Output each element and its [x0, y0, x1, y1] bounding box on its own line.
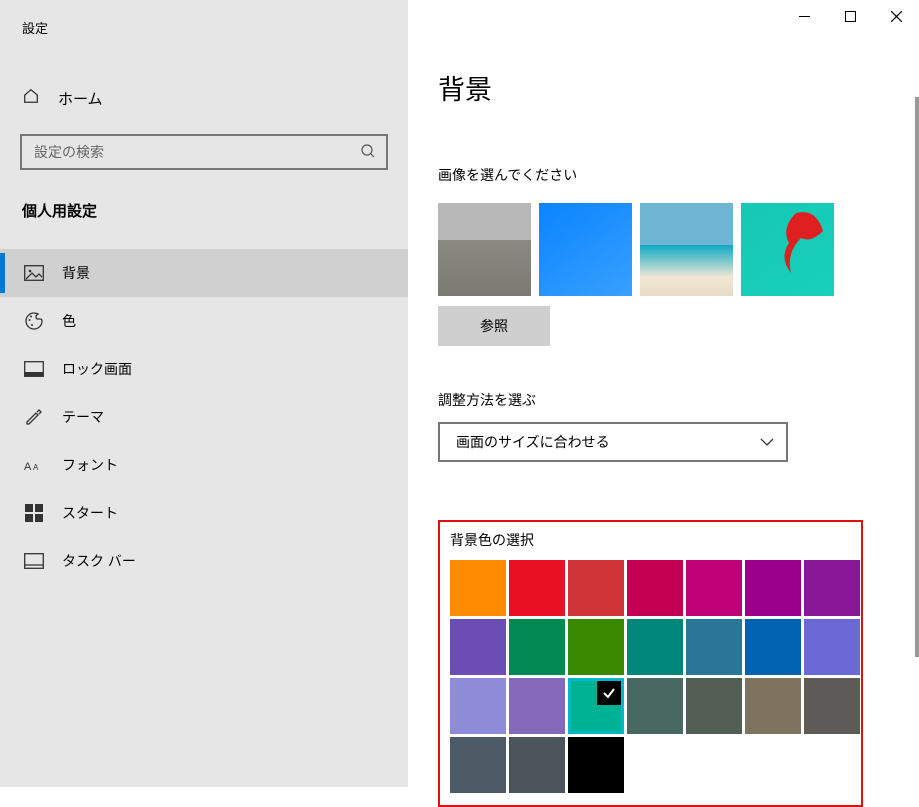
color-swatch[interactable]: [804, 678, 860, 734]
color-swatch[interactable]: [450, 737, 506, 793]
sidebar-item-label: フォント: [62, 455, 118, 475]
fit-dropdown[interactable]: 画面のサイズに合わせる: [438, 422, 788, 462]
sidebar-item-6[interactable]: タスク バー: [0, 537, 408, 585]
sidebar-item-label: 背景: [62, 263, 90, 283]
color-swatch[interactable]: [627, 678, 683, 734]
maximize-button[interactable]: [827, 0, 873, 32]
color-swatch[interactable]: [568, 737, 624, 793]
home-label: ホーム: [58, 88, 103, 109]
content: 背景 画像を選んでください 参照 調整方法を選ぶ 画面のサイズに合わせる 背景色…: [408, 0, 919, 787]
image-thumb[interactable]: [539, 203, 632, 296]
search-input[interactable]: [34, 144, 360, 160]
color-swatch[interactable]: [509, 560, 565, 616]
fit-value: 画面のサイズに合わせる: [456, 432, 610, 452]
image-thumb[interactable]: [438, 203, 531, 296]
sidebar-item-label: ロック画面: [62, 359, 132, 379]
color-swatch[interactable]: [450, 678, 506, 734]
color-swatch[interactable]: [509, 737, 565, 793]
image-thumbnails: [408, 185, 919, 296]
color-swatch[interactable]: [686, 619, 742, 675]
color-swatch[interactable]: [509, 678, 565, 734]
sidebar-item-label: テーマ: [62, 407, 104, 427]
image-thumb[interactable]: [640, 203, 733, 296]
svg-text:A: A: [33, 463, 39, 472]
theme-icon: [24, 407, 44, 427]
color-swatch[interactable]: [804, 619, 860, 675]
color-swatch[interactable]: [568, 560, 624, 616]
start-icon: [24, 503, 44, 523]
home-icon: [22, 87, 40, 110]
color-swatch[interactable]: [450, 560, 506, 616]
browse-button[interactable]: 参照: [438, 306, 550, 346]
sidebar-item-4[interactable]: AA フォント: [0, 441, 408, 489]
scrollbar-thumb[interactable]: [915, 97, 919, 657]
lockscreen-icon: [24, 359, 44, 379]
sidebar-item-0[interactable]: 背景: [0, 249, 408, 297]
palette-icon: [24, 311, 44, 331]
color-swatch[interactable]: [745, 619, 801, 675]
minimize-button[interactable]: [781, 0, 827, 32]
image-thumb[interactable]: [741, 203, 834, 296]
titlebar: [781, 0, 919, 32]
check-icon: [597, 681, 621, 705]
section-title: 個人用設定: [0, 170, 408, 231]
color-swatch[interactable]: [627, 560, 683, 616]
color-swatch[interactable]: [509, 619, 565, 675]
app-title: 設定: [0, 0, 408, 37]
fit-heading: 調整方法を選ぶ: [408, 346, 919, 422]
color-swatch[interactable]: [450, 619, 506, 675]
image-icon: [24, 263, 44, 283]
home-button[interactable]: ホーム: [0, 87, 408, 110]
sidebar-item-2[interactable]: ロック画面: [0, 345, 408, 393]
sidebar-item-1[interactable]: 色: [0, 297, 408, 345]
sidebar-item-label: スタート: [62, 503, 118, 523]
scrollbar[interactable]: [915, 32, 919, 787]
choose-image-heading: 画像を選んでください: [408, 107, 919, 185]
chevron-down-icon: [760, 435, 774, 449]
color-swatch[interactable]: [686, 560, 742, 616]
sidebar-item-label: 色: [62, 311, 76, 331]
color-section-title: 背景色の選択: [450, 530, 851, 550]
taskbar-icon: [24, 551, 44, 571]
nav: 背景色ロック画面テーマ AA フォントスタートタスク バー: [0, 249, 408, 585]
color-swatch[interactable]: [745, 678, 801, 734]
font-icon: AA: [24, 455, 44, 475]
color-grid: [450, 560, 851, 793]
search-icon: [360, 143, 376, 162]
svg-text:A: A: [24, 461, 32, 473]
color-swatch[interactable]: [745, 560, 801, 616]
color-swatch[interactable]: [568, 619, 624, 675]
close-button[interactable]: [873, 0, 919, 32]
sidebar-item-3[interactable]: テーマ: [0, 393, 408, 441]
color-swatch[interactable]: [627, 619, 683, 675]
search-box[interactable]: [20, 134, 388, 170]
color-section: 背景色の選択: [438, 520, 863, 807]
sidebar-item-label: タスク バー: [62, 551, 136, 571]
color-swatch[interactable]: [804, 560, 860, 616]
color-swatch[interactable]: [686, 678, 742, 734]
color-swatch[interactable]: [568, 678, 624, 734]
sidebar: 設定 ホーム 個人用設定 背景色ロック画面テーマ AA フォントスタートタスク バー: [0, 0, 408, 787]
sidebar-item-5[interactable]: スタート: [0, 489, 408, 537]
